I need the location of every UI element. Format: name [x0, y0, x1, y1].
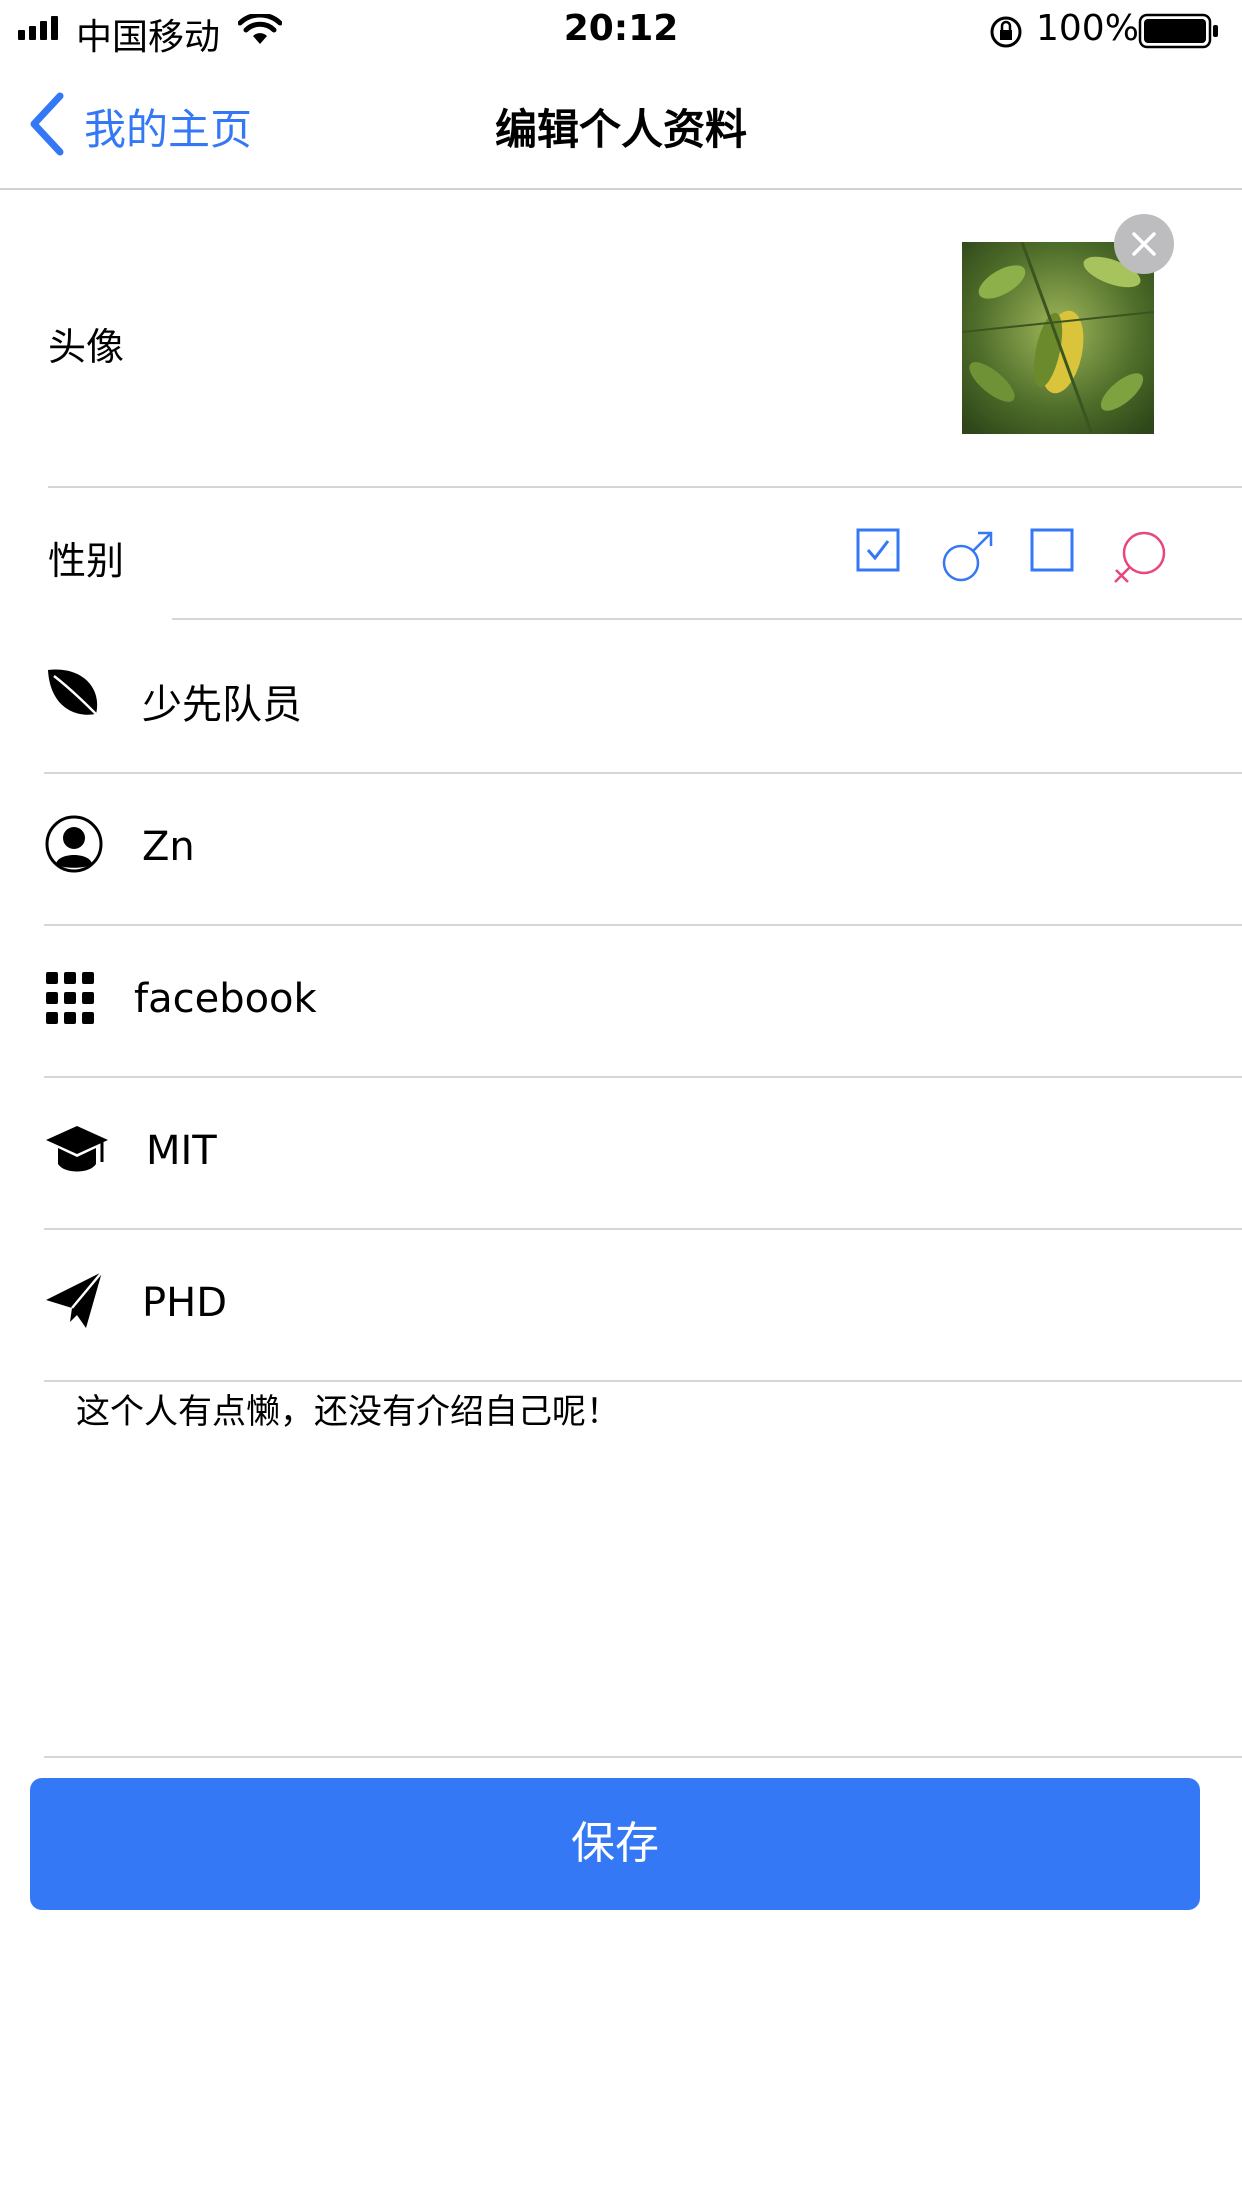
gender-label: 性别	[48, 539, 125, 583]
divider	[44, 924, 1242, 926]
female-symbol-icon	[1114, 531, 1166, 583]
intro-text: 这个人有点懒，还没有介绍自己呢！	[76, 1392, 620, 1432]
field-value-school[interactable]: MIT	[146, 1128, 217, 1174]
divider	[172, 618, 1242, 620]
page-title: 编辑个人资料	[494, 105, 747, 154]
divider	[48, 486, 1242, 488]
paper-plane-icon	[46, 1271, 103, 1328]
intro-textarea[interactable]	[44, 1382, 1242, 1756]
orientation-lock-icon	[990, 16, 1022, 48]
field-value-title[interactable]: 少先队员	[142, 672, 302, 730]
grid-apps-icon	[46, 972, 94, 1024]
status-bar: 中国移动 20:12 100%	[0, 0, 1242, 62]
user-circle-icon	[45, 815, 103, 873]
field-value-degree[interactable]: PHD	[142, 1280, 227, 1326]
female-checkbox[interactable]	[1030, 528, 1074, 572]
battery-percent: 100%	[1036, 8, 1139, 49]
male-checkbox-checked[interactable]	[856, 528, 900, 572]
divider	[44, 1228, 1242, 1230]
divider	[44, 1076, 1242, 1078]
battery-icon	[1138, 13, 1218, 49]
leaf-icon	[48, 669, 103, 721]
graduation-cap-icon	[46, 1126, 108, 1172]
save-button[interactable]: 保存	[30, 1778, 1200, 1910]
divider	[44, 1756, 1242, 1758]
field-value-company[interactable]: facebook	[134, 976, 317, 1022]
close-icon	[1132, 232, 1156, 256]
divider	[44, 772, 1242, 774]
avatar-label: 头像	[48, 325, 125, 369]
navigation-bar: 我的主页 编辑个人资料	[0, 62, 1242, 190]
field-value-name[interactable]: Zn	[142, 824, 195, 870]
male-symbol-icon	[942, 531, 993, 582]
remove-avatar-button[interactable]	[1114, 214, 1174, 274]
